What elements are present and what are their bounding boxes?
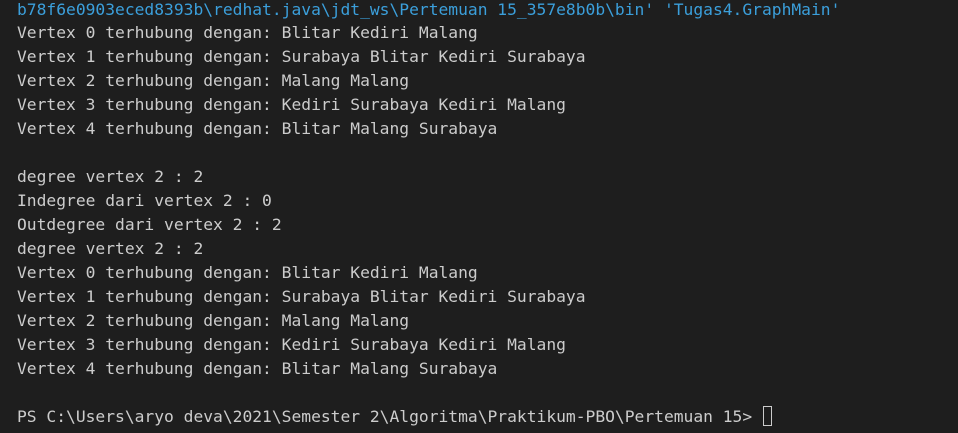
output-line: Vertex 1 terhubung dengan: Surabaya Blit… bbox=[17, 287, 586, 306]
output-line: Vertex 2 terhubung dengan: Malang Malang bbox=[17, 71, 410, 90]
output-line: Vertex 3 terhubung dengan: Kediri Suraba… bbox=[17, 335, 566, 354]
output-line: Vertex 2 terhubung dengan: Malang Malang bbox=[17, 311, 410, 330]
output-line: Vertex 4 terhubung dengan: Blitar Malang… bbox=[17, 359, 498, 378]
output-line: Vertex 3 terhubung dengan: Kediri Suraba… bbox=[17, 95, 566, 114]
output-line: Outdegree dari vertex 2 : 2 bbox=[17, 215, 282, 234]
terminal-panel[interactable]: b78f6e0903eced8393b\redhat.java\jdt_ws\P… bbox=[0, 0, 958, 433]
text-cursor bbox=[762, 406, 772, 426]
prompt-text: PS C:\Users\aryo deva\2021\Semester 2\Al… bbox=[17, 407, 762, 426]
output-line: Vertex 0 terhubung dengan: Blitar Kediri… bbox=[17, 23, 478, 42]
output-line: degree vertex 2 : 2 bbox=[17, 167, 204, 186]
command-path-line: b78f6e0903eced8393b\redhat.java\jdt_ws\P… bbox=[17, 0, 841, 19]
output-line: degree vertex 2 : 2 bbox=[17, 239, 204, 258]
prompt-line[interactable]: PS C:\Users\aryo deva\2021\Semester 2\Al… bbox=[17, 405, 772, 429]
output-line: Vertex 0 terhubung dengan: Blitar Kediri… bbox=[17, 263, 478, 282]
output-line: Vertex 1 terhubung dengan: Surabaya Blit… bbox=[17, 47, 586, 66]
output-line: Indegree dari vertex 2 : 0 bbox=[17, 191, 272, 210]
output-line: Vertex 4 terhubung dengan: Blitar Malang… bbox=[17, 119, 498, 138]
